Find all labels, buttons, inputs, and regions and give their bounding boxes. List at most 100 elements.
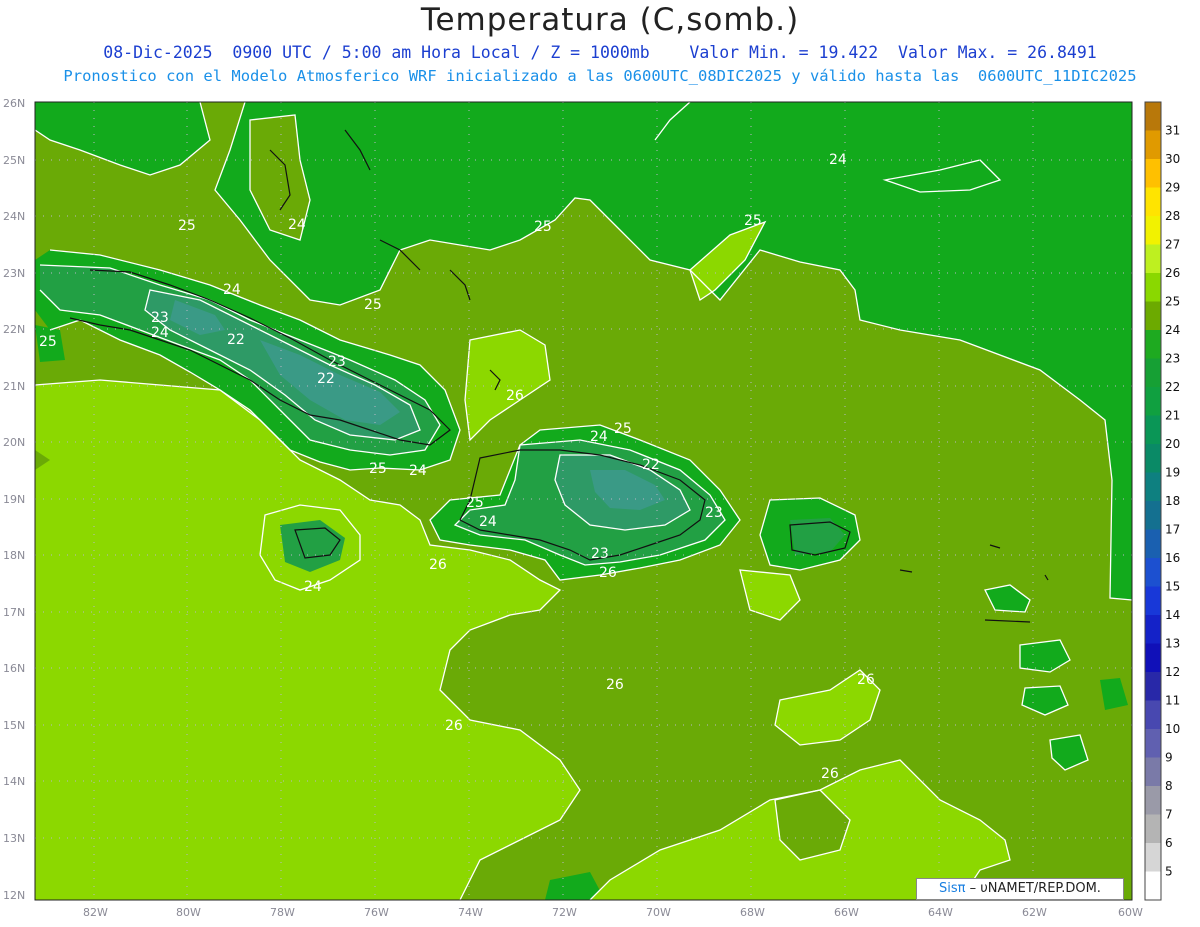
colorbar-label: 28 — [1165, 209, 1180, 223]
colorbar-swatch — [1145, 102, 1161, 131]
lat-tick: 24N — [3, 210, 25, 223]
lat-tick: 26N — [3, 97, 25, 110]
contour-label: 26 — [599, 565, 617, 581]
contour-label: 24 — [304, 579, 322, 595]
colorbar-swatch — [1145, 843, 1161, 872]
contour-label: 26 — [606, 677, 624, 693]
colorbar-swatch — [1145, 273, 1161, 302]
lat-tick: 25N — [3, 154, 25, 167]
lat-tick: 12N — [3, 889, 25, 902]
colorbar-label: 23 — [1165, 352, 1180, 366]
colorbar-swatch — [1145, 615, 1161, 644]
contour-label: 23 — [591, 546, 609, 562]
colorbar-swatch — [1145, 586, 1161, 616]
contour-label: 26 — [506, 388, 524, 404]
colorbar-label: 9 — [1165, 751, 1173, 765]
temperature-map: 26N 25N 24N 23N 22N 21N 20N 19N 18N 17N … — [3, 97, 1180, 919]
lat-tick: 22N — [3, 323, 25, 336]
subtitle-model-info: Pronostico con el Modelo Atmosferico WRF… — [63, 67, 1137, 85]
contour-label: 24 — [223, 282, 241, 298]
contour-label: 23 — [328, 354, 346, 370]
lat-tick: 21N — [3, 380, 25, 393]
colorbar-swatch — [1145, 301, 1161, 331]
colorbar-label: 5 — [1165, 865, 1173, 879]
lat-tick: 17N — [3, 606, 25, 619]
lon-tick: 60W — [1118, 906, 1143, 919]
colorbar-swatch — [1145, 558, 1161, 587]
colorbar-label: 13 — [1165, 637, 1180, 651]
lat-tick: 23N — [3, 267, 25, 280]
lat-tick: 16N — [3, 662, 25, 675]
contour-label: 26 — [821, 766, 839, 782]
lat-tick: 18N — [3, 549, 25, 562]
colorbar-swatch — [1145, 757, 1161, 787]
credit-brand: Sisπ — [939, 881, 966, 896]
colorbar-label: 18 — [1165, 494, 1180, 508]
contour-label: 25 — [534, 219, 552, 235]
colorbar: 31 30 29 28 27 26 25 24 23 22 21 20 19 18 17 16 15 14 13 12… — [1144, 101, 1180, 901]
lon-tick: 64W — [928, 906, 953, 919]
colorbar-label: 20 — [1165, 437, 1180, 451]
colorbar-swatch — [1145, 814, 1161, 844]
contour-label: 25 — [39, 334, 57, 350]
colorbar-label: 21 — [1165, 409, 1180, 423]
colorbar-label: 14 — [1165, 608, 1180, 622]
lon-tick: 82W — [83, 906, 108, 919]
colorbar-swatch — [1145, 387, 1161, 416]
colorbar-swatch — [1145, 472, 1161, 502]
contour-label: 25 — [369, 461, 387, 477]
lat-tick: 20N — [3, 436, 25, 449]
colorbar-label: 27 — [1165, 238, 1180, 252]
lon-tick: 78W — [270, 906, 295, 919]
colorbar-swatch — [1145, 358, 1161, 388]
contour-label: 24 — [288, 217, 306, 233]
colorbar-label: 26 — [1165, 266, 1180, 280]
credit-text: – υNAMET/REP.DOM. — [965, 881, 1101, 896]
colorbar-swatch — [1145, 130, 1161, 160]
contour-label: 23 — [151, 310, 169, 326]
contour-label: 25 — [364, 297, 382, 313]
colorbar-swatch — [1145, 415, 1161, 445]
contour-label: 26 — [429, 557, 447, 573]
colorbar-label: 17 — [1165, 523, 1180, 537]
lon-tick: 66W — [834, 906, 859, 919]
colorbar-label: 19 — [1165, 466, 1180, 480]
contour-label: 25 — [614, 421, 632, 437]
lon-tick: 62W — [1022, 906, 1047, 919]
colorbar-label: 25 — [1165, 295, 1180, 309]
contour-label: 24 — [151, 325, 169, 341]
colorbar-label: 30 — [1165, 152, 1180, 166]
contour-label: 26 — [445, 718, 463, 734]
latitude-axis: 26N 25N 24N 23N 22N 21N 20N 19N 18N 17N … — [3, 97, 25, 902]
longitude-axis: 82W 80W 78W 76W 74W 72W 70W 68W 66W 64W … — [83, 906, 1143, 919]
lat-tick: 13N — [3, 832, 25, 845]
colorbar-swatch — [1145, 700, 1161, 730]
lat-tick: 15N — [3, 719, 25, 732]
contour-label: 25 — [178, 218, 196, 234]
colorbar-label: 24 — [1165, 323, 1180, 337]
subtitle-valid-time: 08-Dic-2025 0900 UTC / 5:00 am Hora Loca… — [103, 43, 1097, 62]
colorbar-label: 12 — [1165, 665, 1180, 679]
lon-tick: 68W — [740, 906, 765, 919]
colorbar-swatch — [1145, 729, 1161, 758]
lon-tick: 74W — [458, 906, 483, 919]
credit-box: Sisπ – υNAMET/REP.DOM. — [916, 878, 1124, 900]
colorbar-label: 22 — [1165, 380, 1180, 394]
contour-label: 24 — [409, 463, 427, 479]
colorbar-swatch — [1145, 444, 1161, 473]
colorbar-swatch — [1145, 159, 1161, 188]
colorbar-swatch — [1145, 871, 1161, 901]
contour-label: 25 — [744, 213, 762, 229]
contour-label: 24 — [829, 152, 847, 168]
contour-label: 22 — [227, 332, 245, 348]
colorbar-label: 31 — [1165, 124, 1180, 138]
contour-label: 24 — [479, 514, 497, 530]
lat-tick: 14N — [3, 775, 25, 788]
colorbar-swatch — [1145, 643, 1161, 673]
colorbar-label: 16 — [1165, 551, 1180, 565]
colorbar-swatch — [1145, 529, 1161, 559]
colorbar-label: 11 — [1165, 694, 1180, 708]
contour-label: 26 — [857, 672, 875, 688]
lon-tick: 80W — [176, 906, 201, 919]
lat-tick: 19N — [3, 493, 25, 506]
